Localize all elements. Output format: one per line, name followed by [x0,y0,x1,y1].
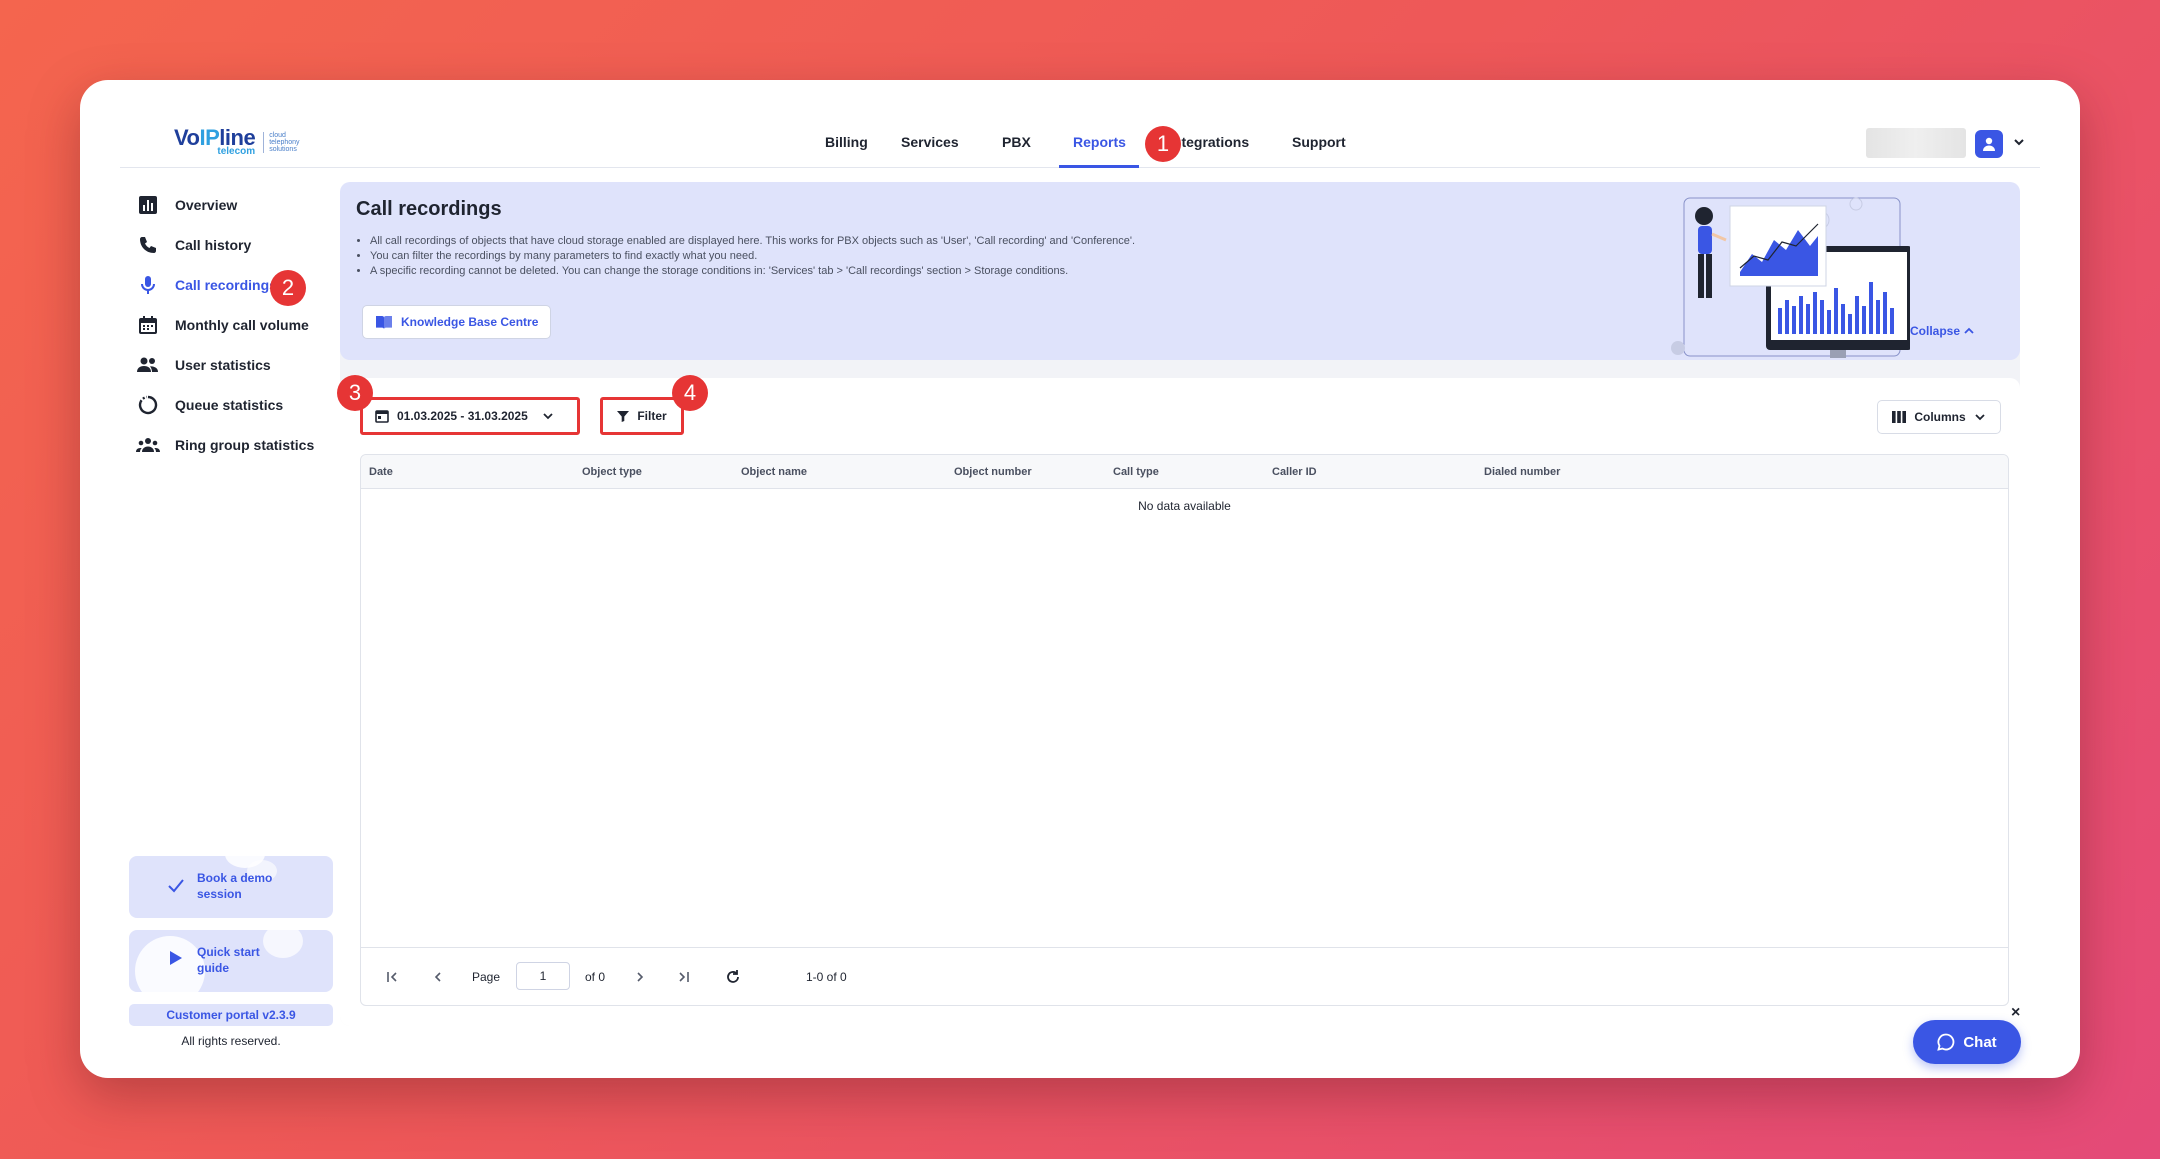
quick-start-card[interactable]: Quick start guide [129,930,333,992]
banner-bullet: All call recordings of objects that have… [370,234,1135,249]
user-icon [1983,137,1995,151]
book-icon [376,316,392,329]
sidebar-item-call-history[interactable]: Call history [135,231,251,259]
users-icon [135,352,161,378]
annotation-badge-2: 2 [270,270,306,306]
book-demo-label: Book a demo session [197,871,273,901]
user-avatar[interactable] [1975,130,2003,158]
page-label: Page [472,970,501,984]
table-header: Date Object type Object name Object numb… [361,455,2008,489]
nav-integrations[interactable]: Integrations [1169,134,1249,150]
column-header-call-type[interactable]: Call type [1113,466,1159,478]
chevron-up-icon [1964,327,1974,334]
banner-bullet: You can filter the recordings by many pa… [370,249,1135,264]
chat-label: Chat [1963,1033,1997,1051]
knowledge-base-button[interactable]: Knowledge Base Centre [362,305,552,339]
annotation-badge-3: 3 [337,375,373,411]
banner-bullet: A specific recording cannot be deleted. … [370,264,1135,279]
user-name-placeholder [1866,128,1966,158]
nav-billing[interactable]: Billing [825,134,868,150]
collapse-label: Collapse [1910,324,1961,338]
column-header-object-number[interactable]: Object number [954,466,1032,478]
info-banner: Call recordings All call recordings of o… [340,182,2020,360]
date-range-value: 01.03.2025 - 31.03.2025 [397,409,528,423]
column-header-caller-id[interactable]: Caller ID [1272,466,1317,478]
book-demo-card[interactable]: Book a demo session [129,856,333,918]
previous-page-icon[interactable] [431,970,445,984]
column-header-object-name[interactable]: Object name [741,466,807,478]
page-total-label: of 0 [585,970,606,984]
quick-start-label: Quick start guide [197,945,260,975]
filter-icon [617,411,630,422]
banner-bullets: All call recordings of objects that have… [370,234,1135,279]
chevron-down-icon [543,413,553,420]
microphone-icon [135,272,161,298]
chat-button[interactable]: Chat [1913,1020,2021,1064]
phone-icon [135,232,161,258]
screenshot-frame: VoIPline telecom cloud telephony solutio… [80,80,2080,1078]
chat-close-button[interactable]: × [2011,1004,2020,1022]
group-icon [135,432,161,458]
empty-state-text: No data available [1138,499,1231,513]
page-number-input[interactable] [516,962,570,990]
sidebar-item-label: Ring group statistics [175,437,315,453]
refresh-icon[interactable] [725,969,741,985]
app-window: VoIPline telecom cloud telephony solutio… [120,120,2040,1064]
sidebar-item-label: Call recordings [175,277,277,293]
annotation-badge-1: 1 [1145,126,1181,162]
nav-pbx[interactable]: PBX [1002,134,1031,150]
sidebar-item-label: Queue statistics [175,397,284,413]
annotation-badge-4: 4 [672,375,708,411]
column-header-object-type[interactable]: Object type [582,466,642,478]
logo[interactable]: VoIPline telecom cloud telephony solutio… [174,125,300,158]
sidebar-item-label: Call history [175,237,252,253]
sidebar-item-label: User statistics [175,357,271,373]
sidebar-item-label: Monthly call volume [175,317,309,333]
sidebar-item-ring-group-statistics[interactable]: Ring group statistics [135,431,314,459]
logo-tagline: cloud telephony solutions [263,132,300,153]
sidebar-item-queue-statistics[interactable]: Queue statistics [135,391,283,419]
sidebar-item-overview[interactable]: Overview [135,191,237,219]
rights-text: All rights reserved. [181,1034,281,1048]
sidebar-item-call-recordings[interactable]: Call recordings [135,271,277,299]
queue-icon [135,392,161,418]
first-page-icon[interactable] [385,970,399,984]
columns-icon [1892,411,1907,423]
pagination: Page of 0 1-0 of 0 [361,947,2008,1006]
decorative-bubble [263,930,303,958]
columns-button[interactable]: Columns [1877,400,2001,434]
nav-active-indicator [1059,165,1139,168]
date-range-picker[interactable]: 01.03.2025 - 31.03.2025 [360,397,580,435]
column-header-dialed-number[interactable]: Dialed number [1484,466,1560,478]
sidebar-item-label: Overview [175,197,238,213]
collapse-button[interactable]: Collapse [1910,324,1974,338]
sidebar-item-monthly-call-volume[interactable]: Monthly call volume [135,311,309,339]
top-navigation: VoIPline telecom cloud telephony solutio… [120,120,2040,168]
chevron-down-icon [1975,414,1985,421]
version-label[interactable]: Customer portal v2.3.9 [129,1004,333,1026]
column-header-date[interactable]: Date [369,466,393,478]
next-page-icon[interactable] [633,970,647,984]
filter-button[interactable]: Filter [600,397,684,435]
calendar-icon [375,410,389,423]
knowledge-base-label: Knowledge Base Centre [401,315,539,329]
recordings-table: Date Object type Object name Object numb… [360,454,2009,1006]
page-title: Call recordings [356,198,502,220]
nav-services[interactable]: Services [901,134,959,150]
analytics-illustration [1671,197,1910,358]
calendar-icon [135,312,161,338]
columns-label: Columns [1914,410,1966,424]
chevron-down-icon[interactable] [2013,136,2025,148]
play-icon [170,951,182,965]
logo-wordmark: VoIPline [174,125,256,150]
nav-support[interactable]: Support [1292,134,1346,150]
bar-chart-icon [135,192,161,218]
results-range: 1-0 of 0 [806,970,847,984]
sidebar-item-user-statistics[interactable]: User statistics [135,351,271,379]
check-icon [168,879,184,893]
filter-label: Filter [637,409,667,423]
nav-reports[interactable]: Reports [1073,134,1126,150]
chat-bubble-icon [1937,1033,1955,1051]
last-page-icon[interactable] [677,970,691,984]
